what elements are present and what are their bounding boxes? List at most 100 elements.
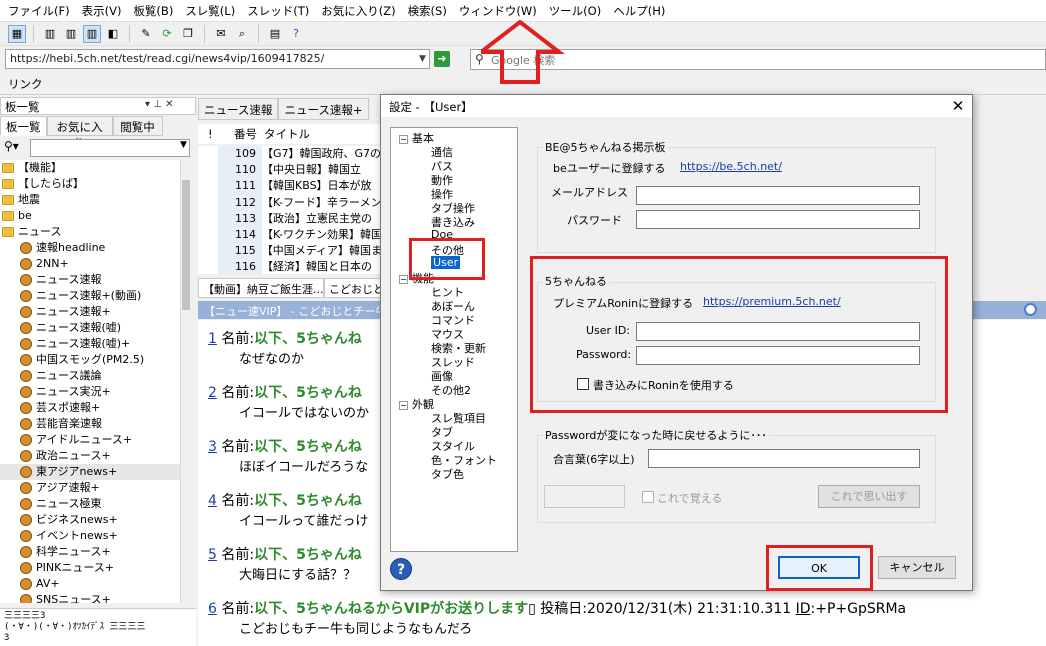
board-list-icon[interactable]: ▦ <box>8 24 26 43</box>
post-number-link[interactable]: 3 <box>208 439 217 455</box>
tree-folder[interactable]: ニュース <box>0 224 180 240</box>
thread-row[interactable]: 113 【政治】立憲民主党の <box>198 210 382 227</box>
search-icon[interactable]: ⚲▾ <box>4 139 19 153</box>
tree-board[interactable]: AV+ <box>0 576 180 592</box>
thread-row[interactable]: 116 【経済】韓国と日本の <box>198 259 382 274</box>
settings-item-タブ色[interactable]: タブ色 <box>431 466 464 482</box>
menu-help[interactable]: ヘルプ(H) <box>613 3 665 19</box>
recall-button[interactable]: これで思い出す <box>818 485 920 508</box>
menu-board[interactable]: 板覧(B) <box>133 3 173 19</box>
tab-news-flash-plus[interactable]: ニュース速報+ <box>278 98 369 120</box>
tree-board[interactable]: ニュース議論 <box>0 368 180 384</box>
post-number-link[interactable]: 5 <box>208 547 217 563</box>
tree-board[interactable]: ビジネスnews+ <box>0 512 180 528</box>
scrollbar-thumb[interactable] <box>182 180 190 310</box>
thread-row[interactable]: 110 【中央日報】韓国立 <box>198 162 382 179</box>
tab-thread-natto[interactable]: 【動画】納豆ご飯生涯... <box>198 278 324 298</box>
menu-search[interactable]: 検索(S) <box>408 3 447 19</box>
tab-news-flash[interactable]: ニュース速報 <box>198 98 279 120</box>
tree-group[interactable]: − 基本 <box>399 130 434 146</box>
menu-window[interactable]: ウィンドウ(W) <box>459 3 537 19</box>
arrow-right-icon[interactable]: ➜ <box>434 51 450 67</box>
email-field[interactable] <box>636 186 920 205</box>
clock-icon[interactable] <box>1024 303 1037 316</box>
menu-tools[interactable]: ツール(O) <box>549 3 602 19</box>
tree-board[interactable]: 芸スポ速報+ <box>0 400 180 416</box>
passphrase-field[interactable] <box>648 449 920 468</box>
pane-controls[interactable]: ▾ ⊥ ✕ <box>145 99 173 110</box>
thread-row[interactable]: 114 【K-ワクチン効果】韓国 <box>198 226 382 244</box>
settings-icon[interactable]: ▤ <box>266 25 284 43</box>
layout-1-icon[interactable]: ▥ <box>41 25 59 43</box>
menu-view[interactable]: 表示(V) <box>82 3 122 19</box>
help-icon[interactable]: ? <box>390 558 412 580</box>
layout-3-icon[interactable]: ▥ <box>83 24 101 43</box>
chevron-down-icon[interactable]: ▼ <box>416 50 429 68</box>
menu-favorites[interactable]: お気に入り(Z) <box>321 3 395 19</box>
tree-board[interactable]: アジア速報+ <box>0 480 180 496</box>
tree-board[interactable]: ニュース速報(嘘)+ <box>0 336 180 352</box>
collapse-icon[interactable]: − <box>399 134 408 144</box>
comment-icon[interactable]: ✉ <box>212 25 230 43</box>
tree-folder[interactable]: 【機能】 <box>0 160 180 176</box>
refresh-icon[interactable]: ⟳ <box>158 25 176 43</box>
layout-4-icon[interactable]: ◧ <box>104 25 122 43</box>
remember-checkbox[interactable] <box>642 491 654 503</box>
tab-browsing[interactable]: 閲覧中 <box>112 116 163 136</box>
find-icon[interactable]: ⌕ <box>233 25 251 43</box>
tab-thread-kodooji[interactable]: こどおじと <box>324 278 382 298</box>
post-number-link[interactable]: 4 <box>208 493 217 509</box>
tree-board[interactable]: PINKニュース+ <box>0 560 180 576</box>
tree-board[interactable]: 政治ニュース+ <box>0 448 180 464</box>
menu-thread[interactable]: スレッド(T) <box>247 3 309 19</box>
settings-item-その他2[interactable]: その他2 <box>431 382 471 398</box>
tree-board[interactable]: アイドルニュース+ <box>0 432 180 448</box>
tree-folder[interactable]: 【したらば】 <box>0 176 180 192</box>
column-mark[interactable]: ! <box>208 127 234 141</box>
tree-board[interactable]: ニュース速報(嘘) <box>0 320 180 336</box>
column-title[interactable]: タイトル <box>264 126 310 142</box>
post-number-link[interactable]: 1 <box>208 331 217 347</box>
be-password-field[interactable] <box>636 210 920 229</box>
menu-file[interactable]: ファイル(F) <box>8 3 70 19</box>
tree-board[interactable]: 速報headline <box>0 240 180 256</box>
be-register-link[interactable]: https://be.5ch.net/ <box>680 160 782 173</box>
thread-row[interactable]: 109 【G7】韓国政府、G7の <box>198 146 382 163</box>
tree-board[interactable]: 中国スモッグ(PM2.5) <box>0 352 180 368</box>
help-icon[interactable]: ? <box>287 25 305 43</box>
post-number-link[interactable]: 6 <box>208 601 217 617</box>
menu-thread-list[interactable]: スレ覧(L) <box>185 3 235 19</box>
column-number[interactable]: 番号 <box>234 126 264 142</box>
tree-group[interactable]: − 外観 <box>399 396 434 412</box>
thread-row[interactable]: 111 【韓国KBS】日本が放 <box>198 178 382 195</box>
tab-favorites[interactable]: お気に入り <box>46 116 113 150</box>
close-icon[interactable]: ✕ <box>947 96 969 116</box>
cancel-button[interactable]: キャンセル <box>878 556 956 579</box>
post-number-link[interactable]: 2 <box>208 385 217 401</box>
tree-folder[interactable]: 地震 <box>0 192 180 208</box>
window-icon[interactable]: ❐ <box>179 25 197 43</box>
tree-board[interactable]: 東アジアnews+ <box>0 464 180 480</box>
post-id-link[interactable]: ID <box>796 601 811 617</box>
tree-board[interactable]: ニュース速報+ <box>0 304 180 320</box>
collapse-icon[interactable]: − <box>399 400 408 410</box>
tree-board[interactable]: ニュース速報 <box>0 272 180 288</box>
tree-board[interactable]: 2NN+ <box>0 256 180 272</box>
tree-folder[interactable]: be <box>0 208 180 224</box>
tree-board[interactable]: ニュース速報+(動画) <box>0 288 180 304</box>
write-icon[interactable]: ✎ <box>137 25 155 43</box>
collapse-icon[interactable]: − <box>399 274 408 284</box>
tree-board[interactable]: SNSニュース+ <box>0 592 180 603</box>
address-input[interactable]: https://hebi.5ch.net/test/read.cgi/news4… <box>5 49 430 69</box>
layout-2-icon[interactable]: ▥ <box>62 25 80 43</box>
tree-board[interactable]: ニュース極東 <box>0 496 180 512</box>
tree-board[interactable]: イベントnews+ <box>0 528 180 544</box>
chevron-down-icon[interactable]: ▼ <box>180 140 187 150</box>
filter-input[interactable] <box>30 138 190 157</box>
thread-row[interactable]: 115 【中国メディア】韓国ま <box>198 243 382 260</box>
tree-board[interactable]: 科学ニュース+ <box>0 544 180 560</box>
tree-board[interactable]: 芸能音楽速報 <box>0 416 180 432</box>
tab-board-list[interactable]: 板一覧 <box>0 116 47 136</box>
tree-board[interactable]: ニュース実況+ <box>0 384 180 400</box>
thread-row[interactable]: 112 【K-フード】辛ラーメン <box>198 194 382 211</box>
